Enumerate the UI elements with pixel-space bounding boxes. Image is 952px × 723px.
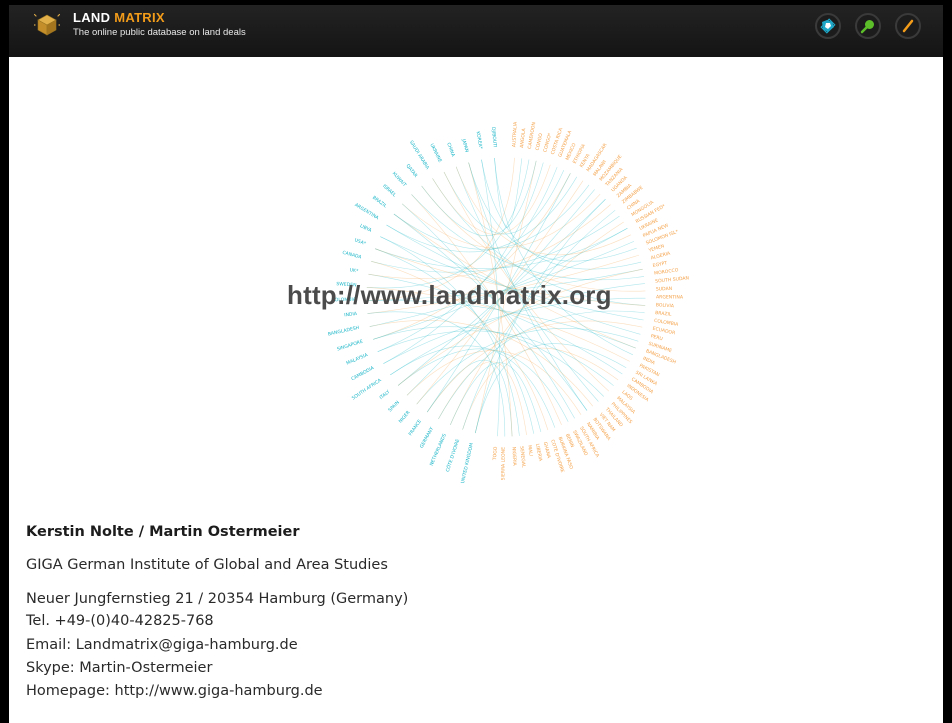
target-country-label: AUSTRALIA [511,121,519,148]
investor-country-label: UNITED KINGDOM [460,442,475,484]
chord-link [369,320,594,407]
map-button[interactable] [815,13,841,39]
chord-link [373,173,571,340]
chord-link [443,169,565,235]
investor-country-label: BANGLADESH [327,325,359,338]
contact-institute: GIGA German Institute of Global and Area… [26,557,388,573]
investor-country-label: SPAIN [387,400,401,414]
target-country-label: ARGENTINA [656,294,684,300]
target-country-label: SOUTH SUDAN [655,275,689,284]
chord-link [406,350,582,415]
target-country-label: LIBERIA [534,443,544,462]
chord-link [494,157,523,228]
frame-right-border [943,0,952,723]
contact-names: Kerstin Nolte / Martin Ostermeier [26,524,300,540]
contact-homepage[interactable]: Homepage: http://www.giga-hamburg.de [26,683,323,699]
target-country-label: SENEGAL [518,446,526,468]
investor-country-label: ISRAEL [381,183,397,198]
landmatrix-url[interactable]: http://www.landmatrix.org [287,280,612,311]
investor-country-label: NIGER [398,409,412,425]
search-icon [860,20,874,34]
contact-skype: Skype: Martin-Ostermeier [26,660,213,676]
contact-phone: Tel. +49-(0)40-42825-768 [26,613,214,629]
target-country-label: MALI [526,445,534,457]
investor-country-label: MALAYSIA [345,352,369,367]
target-country-label: MOROCCO [654,267,679,277]
investor-country-label: JAPAN [460,137,470,153]
investor-country-label: GERMANY [419,426,435,449]
app-header: LAND MATRIX The online public database o… [9,0,943,57]
land-matrix-logo-icon[interactable] [34,12,60,38]
investor-country-label: BRAZIL [371,195,388,210]
investor-country-label: QATAR [405,163,419,179]
target-country-label: EGYPT [652,260,668,269]
brand-subtitle: The online public database on land deals [73,27,246,38]
investor-country-label: CHINA [445,142,456,159]
target-country-label: COLOMBIA [654,318,680,328]
investor-country-label: ITALY [378,389,391,401]
investor-country-label: UKRAINE [429,143,443,164]
contact-address: Neuer Jungfernstieg 21 / 20354 Hamburg (… [26,591,409,607]
pencil-icon [902,19,914,33]
investor-country-label: SINGAPORE [336,339,364,353]
target-country-label: ANGOLA [519,127,527,148]
chord-link [397,348,569,422]
target-country-label: BOLIVIA [656,302,675,309]
investor-country-label: ARGENTINA [353,202,380,222]
target-country-label: NIGERIA [511,447,518,467]
target-country-label: PERU [650,333,663,342]
chord-link [393,184,590,250]
investor-country-label: USA* [354,237,368,247]
target-country-label: BRAZIL [655,310,672,318]
investor-country-label: CAMBODIA [350,365,376,383]
edit-button[interactable] [895,13,921,39]
chord-link [366,159,530,289]
investor-country-label: FRANCE [408,418,423,437]
map-icon [820,18,836,34]
target-country-label: SIERRA LEONE [500,447,506,481]
target-country-label: SUDAN [656,286,673,293]
target-country-label: CONGO [535,132,545,151]
investor-country-label: NETHERLANDS [429,433,448,467]
brand-title[interactable]: LAND MATRIX [73,10,165,25]
investor-country-label: UK* [349,267,359,274]
investor-country-label: LIBYA [359,223,374,234]
investor-country-label: INDIA [344,311,358,319]
investor-country-label: CANADA [342,250,363,261]
chord-link [367,311,506,437]
target-country-label: TOGO [492,446,499,461]
investor-country-label: CÔTE D'IVOIRE [444,438,461,473]
chord-link [426,320,643,413]
investor-country-label: KOREA* [474,131,483,150]
search-button[interactable] [855,13,881,39]
chord-link [390,345,556,428]
investor-country-label: KUWAIT [391,171,408,188]
frame-left-border [0,0,9,723]
contact-email[interactable]: Email: Landmatrix@giga-hamburg.de [26,637,298,653]
investor-country-label: DJIBOUTI [490,127,498,148]
